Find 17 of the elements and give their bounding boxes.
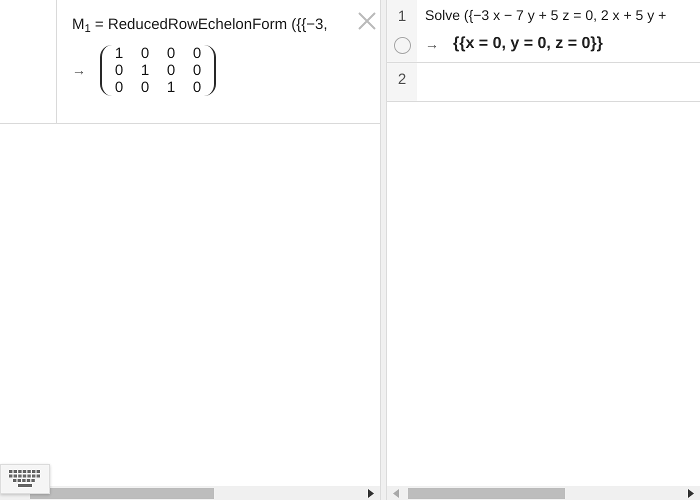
output-arrow: → xyxy=(425,34,439,54)
cas-input[interactable]: Solve ({−3 x − 7 y + 5 z = 0, 2 x + 5 y + xyxy=(425,5,666,26)
scrollbar[interactable] xyxy=(387,486,700,500)
matrix: 1 0 0 0 0 1 0 0 0 0 1 0 xyxy=(100,44,216,96)
keyboard-button[interactable] xyxy=(0,464,50,494)
scroll-left-icon[interactable] xyxy=(393,488,399,498)
row-number: 1 xyxy=(398,7,406,27)
scroll-right-icon[interactable] xyxy=(688,488,694,498)
toggle-circle[interactable] xyxy=(394,36,410,54)
row-number: 2 xyxy=(398,70,406,90)
output-arrow: → xyxy=(72,60,86,80)
scroll-right-icon[interactable] xyxy=(368,488,374,498)
keyboard-icon xyxy=(8,470,42,488)
cas-output: {{x = 0, y = 0, z = 0}} xyxy=(453,34,603,54)
scrollbar[interactable] xyxy=(0,486,380,500)
close-icon[interactable] xyxy=(356,10,378,32)
algebra-input[interactable]: M$_{1}$ = ReducedRowEchelonForm ({{−3, xyxy=(72,14,380,36)
